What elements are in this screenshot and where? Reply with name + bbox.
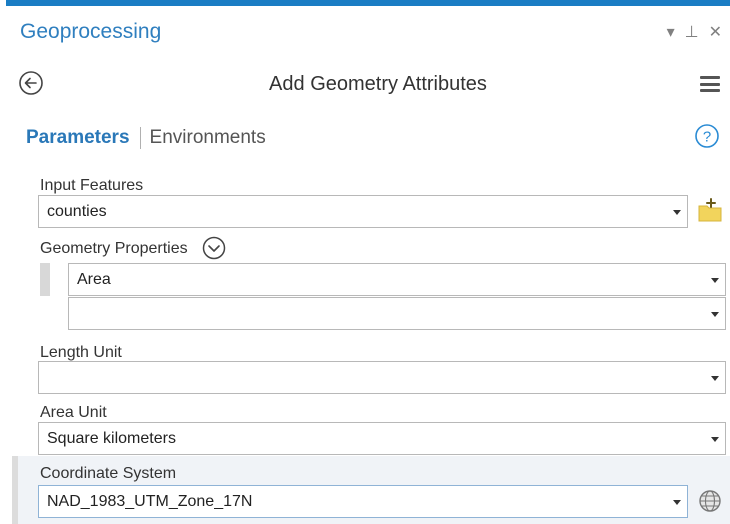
chevron-down-icon bbox=[711, 437, 719, 442]
tool-tabs: Parameters Environments bbox=[26, 127, 266, 149]
area-unit-label: Area Unit bbox=[40, 404, 107, 421]
coordinate-system-label: Coordinate System bbox=[40, 465, 177, 482]
input-features-value: counties bbox=[47, 203, 107, 220]
chevron-down-icon bbox=[711, 376, 719, 381]
area-unit-select[interactable]: Square kilometers bbox=[38, 422, 726, 455]
input-features-label: Input Features bbox=[40, 177, 144, 194]
chevron-down-icon bbox=[673, 210, 681, 215]
coordinate-system-picker-button[interactable] bbox=[697, 488, 723, 514]
globe-icon bbox=[699, 490, 721, 512]
svg-text:?: ? bbox=[703, 129, 711, 146]
tool-title: Add Geometry Attributes bbox=[269, 73, 487, 95]
pane-title: Geoprocessing bbox=[20, 20, 162, 43]
browse-folder-button[interactable] bbox=[696, 196, 722, 222]
help-icon[interactable]: ? bbox=[694, 123, 720, 149]
coordinate-system-value: NAD_1983_UTM_Zone_17N bbox=[47, 493, 253, 510]
chevron-circle-down-icon bbox=[202, 236, 226, 260]
chevron-down-icon bbox=[711, 278, 719, 283]
menu-icon[interactable] bbox=[700, 76, 720, 92]
geometry-property-select-1[interactable]: Area bbox=[68, 263, 726, 296]
pane-top-accent bbox=[6, 0, 730, 6]
area-unit-value: Square kilometers bbox=[47, 430, 176, 447]
expand-geometry-properties-button[interactable] bbox=[202, 236, 226, 260]
row-drag-handle[interactable] bbox=[40, 263, 50, 296]
chevron-down-icon bbox=[673, 500, 681, 505]
geometry-property-value-1: Area bbox=[77, 271, 111, 288]
input-features-select[interactable]: counties bbox=[38, 195, 688, 228]
length-unit-label: Length Unit bbox=[40, 344, 122, 361]
tab-parameters[interactable]: Parameters bbox=[26, 127, 130, 149]
length-unit-select[interactable] bbox=[38, 361, 726, 394]
chevron-down-icon bbox=[711, 312, 719, 317]
pane-options-icon[interactable]: ▾ bbox=[667, 22, 675, 42]
geometry-properties-label: Geometry Properties bbox=[40, 240, 188, 257]
pin-icon[interactable]: ⊥ bbox=[685, 22, 699, 42]
geometry-property-select-2[interactable] bbox=[68, 297, 726, 330]
tab-divider bbox=[139, 127, 141, 149]
active-row-indicator bbox=[12, 456, 18, 524]
close-icon[interactable]: ✕ bbox=[709, 22, 722, 42]
add-folder-icon bbox=[698, 198, 722, 222]
coordinate-system-select[interactable]: NAD_1983_UTM_Zone_17N bbox=[38, 485, 688, 518]
tab-environments[interactable]: Environments bbox=[150, 127, 266, 149]
window-controls: ▾ ⊥ ✕ bbox=[667, 22, 722, 42]
